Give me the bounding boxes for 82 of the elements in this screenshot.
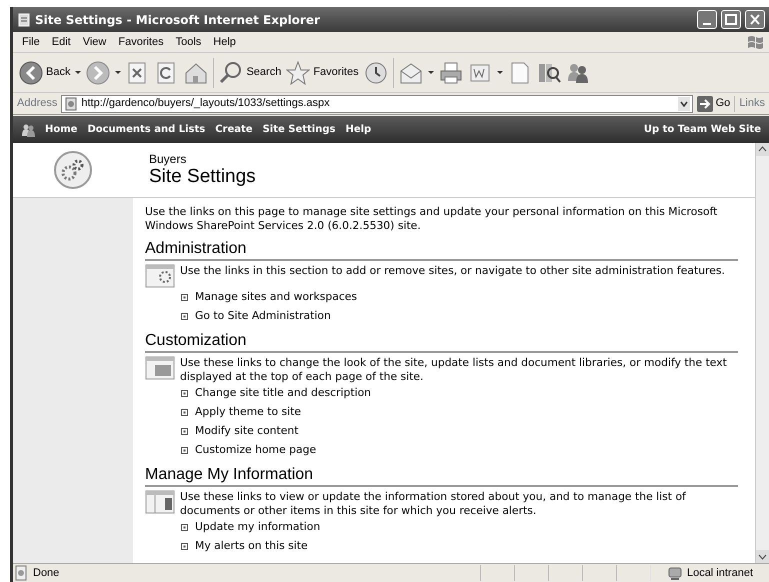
section-description: Use these links to change the look of the site, update lists and document libraries, or modify the text displayed at the top of each page of the site.: [180, 356, 728, 384]
section-heading: Customization: [145, 332, 738, 353]
mail-button[interactable]: [398, 60, 423, 84]
dropdown-caret-icon[interactable]: [115, 71, 122, 74]
section-heading: Administration: [145, 240, 738, 261]
maximize-button[interactable]: [721, 10, 741, 29]
menu-item[interactable]: View: [78, 32, 112, 52]
bullet-icon: [181, 294, 188, 301]
status-text: Done: [33, 566, 60, 581]
layout-page-icon: [145, 356, 175, 380]
dropdown-caret-icon[interactable]: [496, 71, 503, 74]
section-link[interactable]: Apply theme to site: [195, 404, 301, 421]
dropdown-caret-icon[interactable]: [678, 96, 690, 110]
page-icon: [64, 96, 78, 110]
home-button[interactable]: [184, 60, 208, 84]
menu-item[interactable]: File: [17, 32, 45, 52]
settings-page-icon: [145, 264, 175, 288]
bullet-icon: [181, 409, 188, 416]
zone-text: Local intranet: [686, 566, 753, 581]
page-title: Site Settings: [149, 166, 256, 188]
nav-link[interactable]: Up to Team Web Site: [644, 122, 761, 137]
window-title: Site Settings - Microsoft Internet Explorer: [35, 12, 321, 28]
section-link[interactable]: My alerts on this site: [195, 538, 308, 555]
section-heading: Manage My Information: [145, 466, 738, 487]
dropdown-caret-icon[interactable]: [428, 71, 434, 74]
right-arrow-icon: [696, 96, 713, 112]
section-link[interactable]: Go to Site Administration: [195, 308, 331, 325]
scroll-down-icon: [756, 550, 769, 563]
home-icon: [184, 60, 208, 84]
links-button[interactable]: Links: [739, 95, 765, 112]
gears-icon: [53, 150, 93, 190]
menu-item[interactable]: Tools: [170, 32, 206, 52]
url-text: http://gardenco/buyers/_layouts/1033/settings.aspx: [81, 96, 331, 112]
back-button[interactable]: Back: [19, 60, 70, 84]
favorites-button[interactable]: Favorites: [286, 60, 359, 84]
people-icon: [21, 122, 35, 136]
address-label: Address: [17, 96, 58, 112]
menu-item[interactable]: Edit: [46, 32, 76, 52]
search-button[interactable]: Search: [219, 60, 282, 84]
dropdown-caret-icon[interactable]: [75, 71, 82, 74]
forward-button[interactable]: [86, 60, 110, 84]
nav-link[interactable]: Help: [345, 122, 372, 137]
star-icon: [286, 60, 310, 84]
section-link[interactable]: Manage sites and workspaces: [195, 289, 358, 306]
print-button[interactable]: [438, 60, 463, 84]
nav-link[interactable]: Site Settings: [262, 122, 336, 137]
section-description: Use the links in this section to add or remove sites, or navigate to other site administration features.: [180, 264, 725, 279]
intro-paragraph: Use the links on this page to manage site settings and update your personal information on this Microsoft Windows SharePoint Services 2.0 (6.0.2.5530) site.: [145, 205, 718, 233]
section-link[interactable]: Change site title and description: [195, 385, 372, 402]
minimize-button[interactable]: [697, 10, 717, 29]
search-icon: [219, 60, 244, 84]
nav-link[interactable]: Home: [45, 122, 78, 137]
nav-link[interactable]: Documents and Lists: [87, 122, 206, 137]
bullet-icon: [181, 524, 188, 531]
bullet-icon: [181, 447, 188, 454]
section-link[interactable]: Customize home page: [195, 442, 316, 459]
minimize-icon: [703, 22, 711, 24]
nav-link[interactable]: Create: [215, 122, 253, 137]
windows-logo-icon: [745, 34, 765, 50]
bullet-icon: [181, 428, 188, 435]
printer-icon: [438, 60, 463, 84]
menu-item[interactable]: Favorites: [113, 32, 169, 52]
close-button[interactable]: [745, 10, 765, 29]
intranet-icon: [666, 565, 683, 581]
scroll-up-icon: [756, 143, 769, 156]
go-button[interactable]: Go: [696, 95, 730, 112]
bullet-icon: [181, 390, 188, 397]
bullet-icon: [181, 313, 188, 320]
maximize-icon: [723, 12, 739, 27]
section-description: Use these links to view or update the information stored about you, and to manage the list of documents or other items in this site for which you receive alerts.: [180, 490, 687, 518]
menu-item[interactable]: Help: [208, 32, 241, 52]
address-field[interactable]: http://gardenco/buyers/_layouts/1033/settings.aspx: [61, 94, 693, 112]
section-link[interactable]: Update my information: [195, 519, 320, 536]
scrollbar[interactable]: [755, 143, 769, 563]
bullet-icon: [181, 543, 188, 550]
section-link[interactable]: Modify site content: [195, 423, 298, 440]
clock-icon: [364, 60, 388, 84]
page-icon: [17, 12, 31, 26]
history-button[interactable]: [364, 60, 388, 84]
site-name: Buyers: [149, 152, 188, 166]
user-page-icon: [145, 490, 175, 514]
envelope-icon: [398, 60, 423, 84]
